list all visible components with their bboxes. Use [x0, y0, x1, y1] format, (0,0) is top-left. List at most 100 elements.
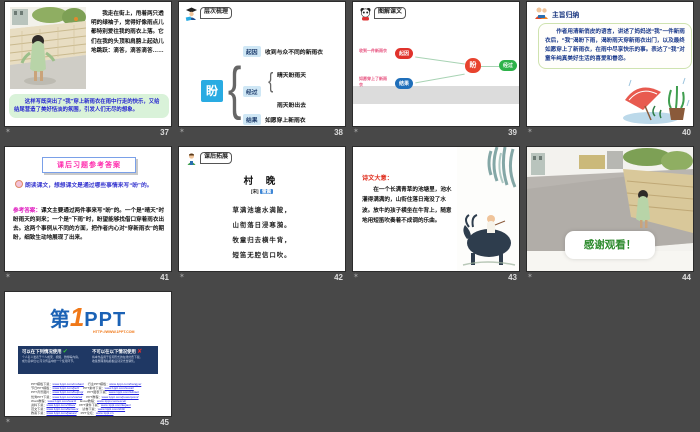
- diagram-text: 晴天盼雨天: [277, 73, 306, 79]
- transition-star-icon: ✶: [353, 128, 359, 135]
- poem-dynasty: [宋]: [250, 189, 260, 194]
- raincoat-girl-street-illustration: [10, 7, 86, 89]
- logo-char-1: 1: [69, 302, 85, 332]
- poem-line: 牧童归去横牛背，: [232, 237, 292, 244]
- link[interactable]: www.1ppt.com/powerpoint/: [102, 395, 139, 399]
- 1ppt-logo: 第1PPT: [5, 302, 171, 337]
- slide-cell-38: 层次梳理 盼 { 起因 收到与众不同的新雨衣 经过 { 晴天盼雨天 雨天盼出去 …: [179, 2, 345, 142]
- link-label: PPT论坛：: [80, 411, 96, 416]
- section-badge-label: 课后拓展: [200, 152, 233, 164]
- poem-author: [宋] 雷震: [179, 189, 345, 195]
- mindmap-note: 如愿穿上了新雨衣: [359, 76, 387, 87]
- section-badge: 课后拓展: [185, 152, 233, 166]
- transition-star-icon: ✶: [5, 418, 11, 425]
- link[interactable]: www.1ppt.cn: [96, 411, 114, 415]
- diagram-text: 收到与众不同的新雨衣: [265, 50, 323, 56]
- slide-thumbnail-45[interactable]: 第1PPT HTTP://WWW.1PPT.COM 可以在下列情况使用 ✔ 个人…: [5, 292, 171, 416]
- slide-number: 40: [682, 128, 691, 137]
- brace-glyph: {: [227, 56, 242, 121]
- answer-label: 参考答案：: [13, 208, 41, 214]
- diagram-label: 结果: [243, 114, 261, 125]
- meaning-text: 在一个长满青草的池塘里，池水灌得满满的，山衔住落日淹没了水波。放牛的孩子横坐在牛…: [362, 187, 452, 225]
- slide-thumbnail-44[interactable]: 感谢观看！: [527, 147, 693, 271]
- slide-number: 41: [160, 273, 169, 282]
- diagram-label: 经过: [243, 86, 261, 97]
- mindmap-cause: 起因: [395, 48, 414, 59]
- slide-cell-44: 感谢观看！ ✶ 44: [527, 147, 693, 287]
- transition-star-icon: ✶: [179, 128, 185, 135]
- slide-number: 39: [508, 128, 517, 137]
- license-deny-column: 不可以在以下情况使用 ✘ 将本作品用于任何形式的在线付费下载。 收集整理我站模板…: [88, 346, 158, 374]
- slide37-note-bubble: 这样写既突出了“我”穿上新雨衣在雨中行走的快乐，又给结尾营造了美好恬淡的氛围，引…: [9, 94, 169, 119]
- link[interactable]: www.1ppt.com/tubiao/: [109, 390, 139, 394]
- slide-thumbnail-40[interactable]: 主旨归纳 作者用清新俏皮的语言，讲述了妈妈送“我”一件新雨衣后，“我”渴盼下雨，…: [527, 2, 693, 126]
- transition-star-icon: ✶: [5, 273, 11, 280]
- diagram-root: 盼: [201, 80, 223, 102]
- logo-url: HTTP://WWW.1PPT.COM: [93, 330, 135, 334]
- scholar-icon: [185, 7, 197, 21]
- slide-cell-43: 诗文大意： 在一个长满青草的池塘里，池水灌得满满的，山衔住落日淹没了水波。放牛的…: [353, 147, 519, 287]
- umbrella-plants-illustration: [623, 77, 690, 124]
- slide37-paragraph: 我走在街上，甩着两只透明的绿袖子，觉得好像雨点儿都特别爱往我的雨衣上落。它们在我…: [91, 11, 164, 54]
- allow-item: 成为贵单位/公司宣传品中的一个使用环节。: [22, 359, 76, 364]
- summary-text: 作者用清新俏皮的语言，讲述了妈妈送“我”一件新雨衣后，“我”渴盼下雨，渴盼雨天穿…: [538, 23, 692, 69]
- thanks-banner: 感谢观看！: [565, 231, 655, 259]
- slide-number: 38: [334, 128, 343, 137]
- slide-thumbnail-37[interactable]: 我走在街上，甩着两只透明的绿袖子，觉得好像雨点儿都特别爱往我的雨衣上落。它们在我…: [5, 2, 171, 126]
- panda-icon: [360, 8, 371, 21]
- buffalo-boy-ink-painting: [457, 147, 519, 271]
- mindmap-center: 盼: [465, 58, 481, 73]
- question-text: 朗读课文，想想课文是通过哪些事情来写“盼”的。: [15, 180, 163, 191]
- link-label: 教案下载：: [31, 411, 47, 416]
- poem-title: 村 晚: [243, 176, 281, 187]
- deny-title: 不可以在以下情况使用: [92, 349, 136, 354]
- flower-bullet-icon: [15, 180, 23, 188]
- transition-star-icon: ✶: [527, 128, 533, 135]
- link[interactable]: www.1ppt.com/jiaoan/: [46, 411, 76, 415]
- link[interactable]: www.1ppt.com/beijing/: [53, 390, 84, 394]
- allow-title: 可以在下列情况使用: [22, 349, 62, 354]
- link[interactable]: www.1ppt.com/xiazai/: [53, 395, 83, 399]
- diagram-text: 雨天盼出去: [277, 103, 306, 109]
- license-banner: 可以在下列情况使用 ✔ 个人名义发表于个人成果、视频、微博等内容。 成为贵单位/…: [18, 346, 158, 374]
- brace-glyph-small: {: [268, 68, 274, 93]
- section-badge-label: 图解课文: [374, 7, 407, 19]
- slide-number: 43: [508, 273, 517, 282]
- answers-title: 课后习题参考答案: [42, 157, 136, 173]
- boy-icon: [187, 153, 196, 165]
- diagram-text: 如愿穿上新雨衣: [265, 118, 306, 124]
- poem-line: 短笛无腔信口吹。: [232, 252, 292, 259]
- page-title: 主旨归纳: [552, 12, 580, 19]
- slide-thumbnail-41[interactable]: 课后习题参考答案 朗读课文，想想课文是通过哪些事情来写“盼”的。 参考答案：课文…: [5, 147, 171, 271]
- transition-star-icon: ✶: [353, 273, 359, 280]
- connector-line: [415, 73, 465, 84]
- poem-author-name: 雷震: [259, 189, 274, 194]
- section-badge: 图解课文: [359, 7, 407, 21]
- logo-char-di: 第: [49, 309, 70, 331]
- slide-thumbnail-43[interactable]: 诗文大意： 在一个长满青草的池塘里，池水灌得满满的，山衔住落日淹没了水波。放牛的…: [353, 147, 519, 271]
- poem-line: 山衔落日浸寒漪。: [232, 222, 292, 229]
- slide-cell-40: 主旨归纳 作者用清新俏皮的语言，讲述了妈妈送“我”一件新雨衣后，“我”渴盼下雨，…: [527, 2, 693, 142]
- connector-line: [415, 56, 465, 65]
- slide-cell-42: 课后拓展 村 晚 [宋] 雷震 草满池塘水满陂， 山衔落日浸寒漪。 牧童归去横牛…: [179, 147, 345, 287]
- slide-cell-37: 我走在街上，甩着两只透明的绿袖子，觉得好像雨点儿都特别爱往我的雨衣上落。它们在我…: [5, 2, 171, 142]
- link-list: PPT模板下载：www.1ppt.com/moban/行业PPT模板：www.1…: [31, 382, 151, 415]
- slide-cell-45: 第1PPT HTTP://WWW.1PPT.COM 可以在下列情况使用 ✔ 个人…: [5, 292, 171, 432]
- transition-star-icon: ✶: [527, 273, 533, 280]
- link-row: 教案下载：www.1ppt.com/jiaoan/PPT论坛：www.1ppt.…: [31, 411, 151, 415]
- slide-cell-39: 图解课文 收到一件新雨衣 如愿穿上了新雨衣 起因 结果 盼 经过 晴天盼变天 一…: [353, 2, 519, 142]
- slide-thumbnail-38[interactable]: 层次梳理 盼 { 起因 收到与众不同的新雨衣 经过 { 晴天盼雨天 雨天盼出去 …: [179, 2, 345, 126]
- mindmap-result: 结果: [395, 78, 414, 89]
- slide-thumbnail-39[interactable]: 图解课文 收到一件新雨衣 如愿穿上了新雨衣 起因 结果 盼 经过 晴天盼变天 一…: [353, 2, 519, 126]
- poem-line: 草满池塘水满陂，: [232, 207, 292, 214]
- answer-block: 参考答案：课文主要通过两件事来写“盼”的。一个是“晴天”时盼雨天的到来；一个是“…: [13, 207, 165, 243]
- slide-thumbnail-42[interactable]: 课后拓展 村 晚 [宋] 雷震 草满池塘水满陂， 山衔落日浸寒漪。 牧童归去横牛…: [179, 147, 345, 271]
- question-label: 朗读课文，想想课文是通过哪些事情来写“盼”的。: [25, 183, 153, 189]
- meaning-label: 诗文大意：: [362, 175, 393, 182]
- mindmap-note: 收到一件新雨衣: [359, 48, 387, 53]
- license-allow-column: 可以在下列情况使用 ✔ 个人名义发表于个人成果、视频、微博等内容。 成为贵单位/…: [18, 346, 88, 374]
- connector-line: [481, 66, 499, 67]
- section-badge: 层次梳理: [185, 7, 233, 21]
- slide-number: 44: [682, 273, 691, 282]
- transition-star-icon: ✶: [179, 273, 185, 280]
